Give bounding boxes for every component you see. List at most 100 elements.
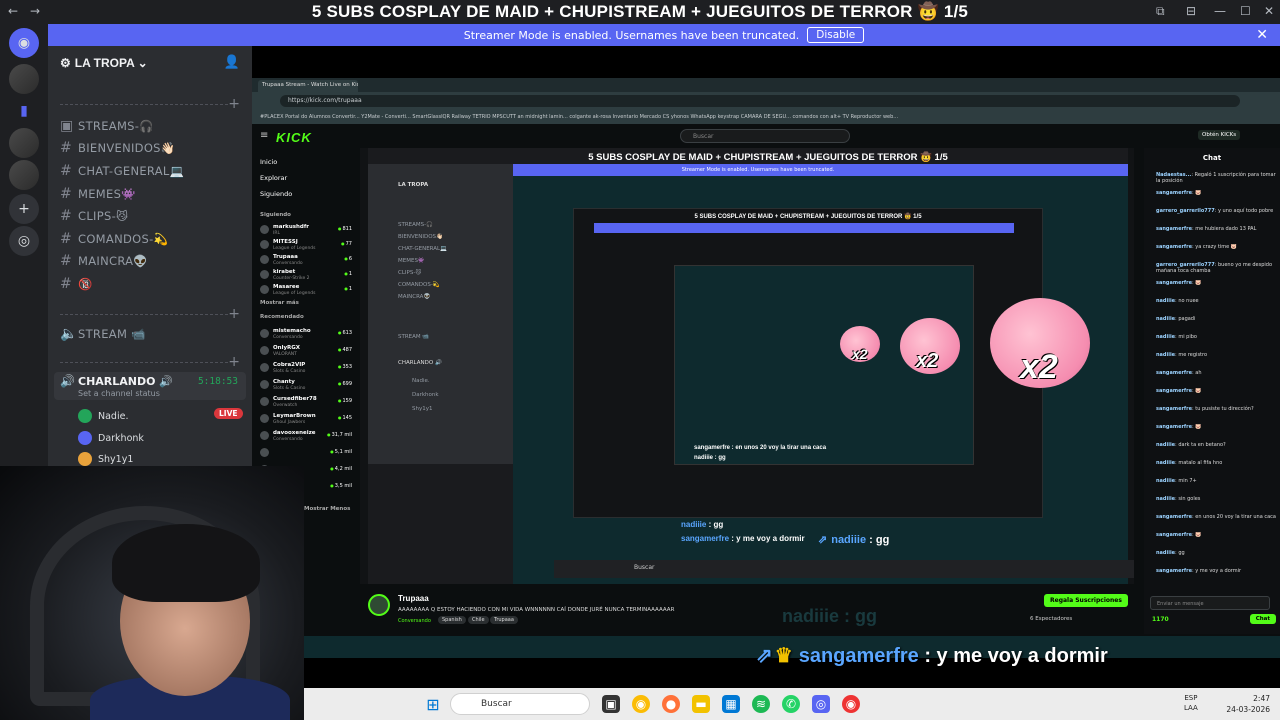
chat-username[interactable]: sangamerfre [1156,532,1192,538]
create-channel-icon[interactable]: + [228,96,240,112]
server-icon-1[interactable] [9,64,39,94]
chat-input[interactable]: Enviar un mensaje [1150,596,1270,610]
chat-username[interactable]: sangamerfre [1156,388,1192,394]
discord-icon[interactable]: ◎ [812,695,830,713]
bookmarks-bar[interactable]: #PLACEX Portal do Alumnos Convertir... Y… [252,110,1280,124]
channel-bienvenidos[interactable]: # BIENVENIDOS👋🏻 [60,140,175,156]
chat-username[interactable]: nadiiie [1156,298,1175,304]
channel-status[interactable]: Set a channel status [78,389,160,398]
channel-row[interactable]: MasareeLeague of Legends 1 [260,284,352,298]
browser-tab[interactable]: Trupaaa Stream - Watch Live on Kick [258,80,358,92]
channel-row[interactable]: Cursedfiber78Overwatch 159 [260,396,352,410]
whatsapp-icon[interactable]: ✆ [782,695,800,713]
channel-comandos[interactable]: # COMANDOS-💫 [60,231,168,247]
chat-username[interactable]: nadiiie [1156,442,1175,448]
channel-row[interactable]: OnlyRGXVALORANT 487 [260,345,352,359]
channel-row[interactable]: MITESSJLeague of Legends 77 [260,239,352,253]
chat-username[interactable]: sangamerfre [1156,514,1192,520]
channel-row[interactable]: davooxeneizeConversando 31,7 mil [260,430,352,444]
minimize-button[interactable]: — [1214,4,1226,18]
show-more-link[interactable]: Mostrar más [260,300,299,306]
discord-home-icon[interactable]: ◉ [9,28,39,58]
chat-username[interactable]: sangamerfre [1156,226,1192,232]
spotify-icon[interactable]: ≋ [752,695,770,713]
tag-spanish[interactable]: Spanish [438,616,466,624]
file-explorer-icon[interactable]: ▬ [692,695,710,713]
kick-logo[interactable]: KICK [276,130,312,145]
nav-explorar[interactable]: Explorar [260,174,287,182]
channel-nsfw[interactable]: # 🔞 [60,276,93,292]
stream-category[interactable]: Conversando [398,618,431,624]
disable-button[interactable]: Disable [807,27,865,43]
chat-username[interactable]: nadiiie [1156,550,1175,556]
maximize-button[interactable]: ☐ [1240,4,1251,18]
chrome-icon[interactable]: ◉ [632,695,650,713]
channel-stream[interactable]: 🔈 STREAM 📹 [60,326,146,342]
server-header[interactable]: ⚙ LA TROPA ⌄ [60,56,148,70]
kick-search-input[interactable]: Buscar [680,129,850,143]
channel-row[interactable]: LeymarBrownGhoul Jawbers 145 [260,413,352,427]
chat-username[interactable]: nadiiie [1156,352,1175,358]
chat-username[interactable]: nadiiie [1156,316,1175,322]
firefox-icon[interactable]: ● [662,695,680,713]
dm-icon[interactable]: ▮ [9,96,39,126]
chat-username[interactable]: sangamerfre [1156,190,1192,196]
server-icon-2[interactable] [9,128,39,158]
channel-streams[interactable]: ▣ STREAMS-🎧 [60,118,154,134]
chat-username[interactable]: garrero_garrerilo777 [1156,208,1215,214]
channel-row[interactable]: ChantySlots & Casino 699 [260,379,352,393]
chat-send-button[interactable]: Chat [1249,614,1276,624]
taskbar-clock[interactable]: 2:47 24-03-2026 [1226,693,1270,715]
channel-row[interactable]: kirabetCounter-Strike 2 1 [260,269,352,283]
create-channel-icon[interactable]: + [228,354,240,370]
nav-siguiendo[interactable]: Siguiendo [260,190,292,198]
nav-inicio[interactable]: Inicio [260,158,277,166]
show-less-link[interactable]: Mostrar Menos [304,506,350,512]
language-indicator[interactable]: ESP LAA [1184,693,1198,713]
task-view-icon[interactable]: ▣ [602,695,620,713]
window-control-2[interactable]: ⊟ [1186,4,1196,18]
tag-trupaaa[interactable]: Trupaaa [490,616,518,624]
channel-row[interactable]: mistemachoConversando 613 [260,328,352,342]
chat-username[interactable]: sangamerfre [1156,244,1192,250]
chat-username[interactable]: sangamerfre [1156,424,1192,430]
close-button[interactable]: ✕ [1264,4,1274,18]
channel-chat-general[interactable]: # CHAT-GENERAL💻 [60,163,184,179]
streamer-name[interactable]: Trupaaa [398,594,429,603]
channel-row[interactable]: markushdfrIRL 811 [260,224,352,238]
channel-memes[interactable]: # MEMES👾 [60,186,136,202]
invite-people-icon[interactable]: 👤 [224,55,240,70]
streamer-avatar[interactable] [368,594,390,616]
obs-icon[interactable]: ◉ [842,695,860,713]
get-kicks-button[interactable]: Obtén KICKs [1198,130,1241,140]
tag-chile[interactable]: Chile [468,616,489,624]
channel-row[interactable]: 5,1 mil [260,447,352,461]
chat-username[interactable]: sangamerfre [1156,280,1192,286]
chat-username[interactable]: sangamerfre [1156,568,1192,574]
taskbar-search[interactable]: Buscar [450,693,590,715]
voice-member[interactable]: Darkhonk [78,431,144,445]
create-channel-icon[interactable]: + [228,306,240,322]
gift-subs-button[interactable]: Regala Suscripciones [1044,594,1128,607]
close-icon[interactable]: ✕ [1256,27,1268,43]
windows-start-icon[interactable]: ⊞ [424,695,442,714]
add-server-icon[interactable]: + [9,194,39,224]
channel-row[interactable]: TrupaaaConversando 6 [260,254,352,268]
url-field[interactable]: https://kick.com/trupaaa [280,95,1240,107]
chat-username[interactable]: sangamerfre [1156,406,1192,412]
chat-username[interactable]: nadiiie [1156,478,1175,484]
discover-icon[interactable]: ◎ [9,226,39,256]
stream-video[interactable]: Streamer Mode is enabled. Usernames have… [360,148,1134,584]
channel-row[interactable]: Cobra2VIPSlots & Casino 353 [260,362,352,376]
chat-username[interactable]: nadiiie [1156,460,1175,466]
voice-member[interactable]: Shy1y1 [78,452,133,466]
chat-username[interactable]: nadiiie [1156,496,1175,502]
server-icon-3[interactable] [9,160,39,190]
voice-member[interactable]: Nadie. [78,409,128,423]
window-control-1[interactable]: ⧉ [1156,4,1165,19]
menu-icon[interactable]: ≡ [260,130,268,141]
chat-username[interactable]: sangamerfre [1156,370,1192,376]
voice-channel-charlando[interactable]: 🔊 CHARLANDO 🔊 5:18:53 Set a channel stat… [54,372,246,400]
channel-clips[interactable]: # CLIPS-😼 [60,208,128,224]
store-icon[interactable]: ▦ [722,695,740,713]
